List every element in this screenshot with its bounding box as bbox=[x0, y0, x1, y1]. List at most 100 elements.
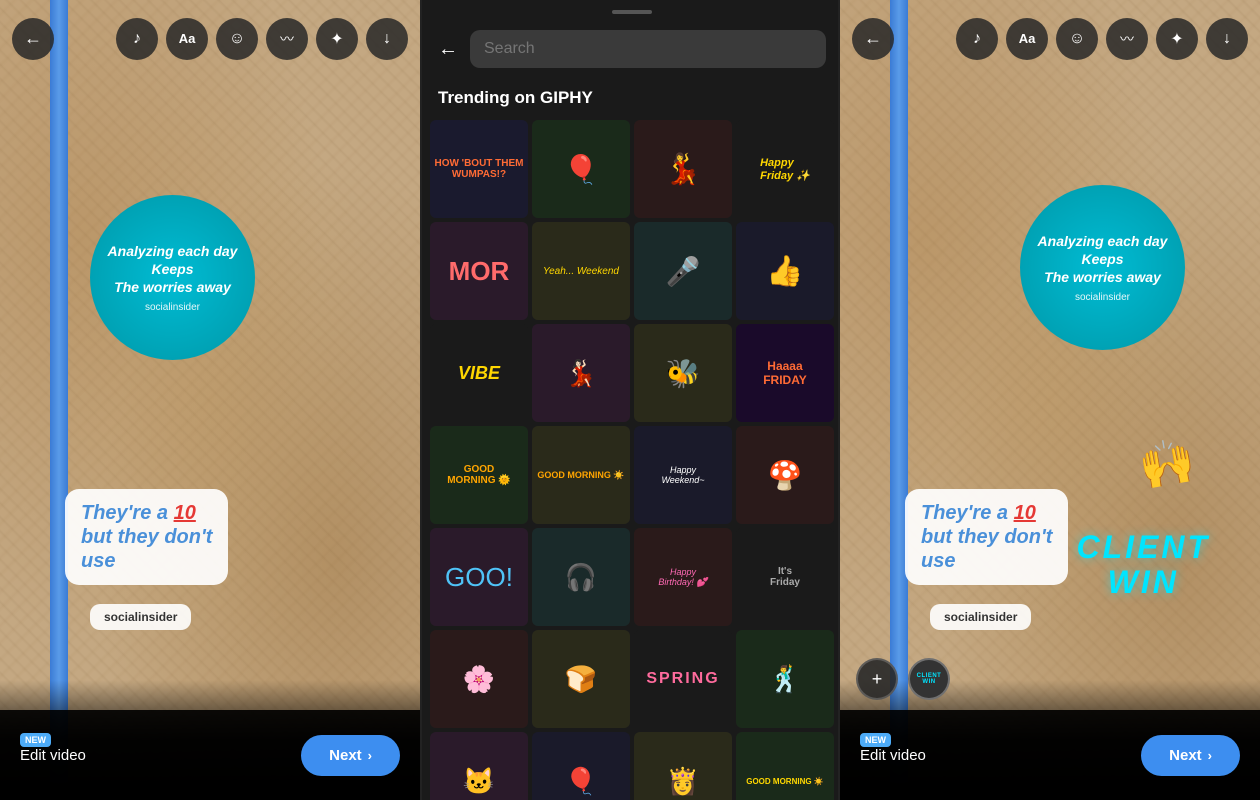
circle-sticker-text: Analyzing each dayKeepsThe worries away bbox=[108, 242, 238, 297]
text-icon: Aa bbox=[179, 31, 196, 46]
bottom-bar: NEW Edit video Next › bbox=[0, 710, 420, 800]
they10-sticker[interactable]: They're a 10 but they don't use bbox=[65, 489, 228, 585]
right-next-button[interactable]: Next › bbox=[1141, 735, 1240, 776]
right-they10-sticker[interactable]: They're a 10 but they don't use bbox=[905, 489, 1068, 585]
effects-button[interactable]: ✦ bbox=[316, 18, 358, 60]
right-top-toolbar: ← ♪ Aa ☺ 〰 ✦ ↓ bbox=[840, 0, 1260, 65]
sticker-mario[interactable]: 🍄 bbox=[736, 426, 834, 524]
giphy-row-5: GOO! 🎧 HappyBirthday! 💕 It'sFriday bbox=[430, 528, 834, 626]
sticker-dance[interactable]: 💃 bbox=[634, 120, 732, 218]
mini-preview-label: CLIENT WIN bbox=[910, 673, 948, 685]
giphy-back-button[interactable]: ← bbox=[438, 38, 458, 61]
giphy-row-6: 🌸 🍞 SPRING 🕺 bbox=[430, 630, 834, 728]
right-music-button[interactable]: ♪ bbox=[956, 18, 998, 60]
draw-button[interactable]: 〰 bbox=[266, 18, 308, 60]
brand-white-text: socialinsider bbox=[104, 610, 177, 624]
sticker-goodmorning[interactable]: GOOD MORNING ☀️ bbox=[532, 426, 630, 524]
back-icon: ← bbox=[24, 28, 42, 49]
new-badge: NEW bbox=[20, 733, 51, 747]
sticker-happyweekend[interactable]: HappyWeekend~ bbox=[634, 426, 732, 524]
left-panel: ← ♪ Aa ☺ 〰 ✦ ↓ Analyzing each dayKeepsTh… bbox=[0, 0, 420, 800]
giphy-row-1: HOW 'BOUT THEMWUMPAS!? 🎈 💃 HappyFriday ✨ bbox=[430, 120, 834, 218]
sticker-bee[interactable]: 🐝 bbox=[634, 324, 732, 422]
edit-video-label: Edit video bbox=[20, 747, 86, 764]
right-circle-sticker-text: Analyzing each dayKeepsThe worries away bbox=[1038, 232, 1168, 287]
plus-icon: + bbox=[872, 669, 883, 690]
right-edit-video-button[interactable]: NEW Edit video bbox=[860, 747, 926, 764]
next-button[interactable]: Next › bbox=[301, 735, 400, 776]
blue-circle-sticker[interactable]: Analyzing each dayKeepsThe worries away … bbox=[90, 195, 255, 360]
right-emoji-icon: ☺ bbox=[1069, 30, 1085, 48]
download-icon: ↓ bbox=[383, 30, 391, 48]
right-emoji-button[interactable]: ☺ bbox=[1056, 18, 1098, 60]
drag-handle bbox=[612, 10, 652, 14]
download-button[interactable]: ↓ bbox=[366, 18, 408, 60]
sticker-wumpas[interactable]: HOW 'BOUT THEMWUMPAS!? bbox=[430, 120, 528, 218]
giphy-row-4: GOODMORNING 🌞 GOOD MORNING ☀️ HappyWeeke… bbox=[430, 426, 834, 524]
sticker-friday[interactable]: HaaaaFRIDAY bbox=[736, 324, 834, 422]
right-effects-button[interactable]: ✦ bbox=[1156, 18, 1198, 60]
sticker-balloon[interactable]: 🎈 bbox=[532, 732, 630, 800]
emoji-icon: ☺ bbox=[229, 30, 245, 48]
sticker-vibe[interactable]: VIBE bbox=[430, 324, 528, 422]
right-download-button[interactable]: ↓ bbox=[1206, 18, 1248, 60]
back-button[interactable]: ← bbox=[12, 18, 54, 60]
sticker-anime[interactable]: MOR bbox=[430, 222, 528, 320]
right-music-icon: ♪ bbox=[973, 30, 981, 48]
sticker-thumbs[interactable]: 👍 bbox=[736, 222, 834, 320]
client-win-text: CLIENT WIN bbox=[1076, 530, 1210, 600]
right-back-button[interactable]: ← bbox=[852, 18, 894, 60]
right-brand-white-text: socialinsider bbox=[944, 610, 1017, 624]
sticker-snowwhite[interactable]: 👸 bbox=[634, 732, 732, 800]
next-label: Next bbox=[329, 747, 362, 764]
sticker-person[interactable]: 💃🏻 bbox=[532, 324, 630, 422]
draw-icon: 〰 bbox=[280, 29, 294, 49]
sticker-cat[interactable]: 🐱 bbox=[430, 732, 528, 800]
client-win-sticker[interactable]: CLIENT WIN bbox=[1076, 530, 1210, 600]
wave-sticker[interactable]: 🙌 bbox=[1135, 433, 1199, 495]
sticker-toast[interactable]: 🍞 bbox=[532, 630, 630, 728]
sticker-itsfriday[interactable]: It'sFriday bbox=[736, 528, 834, 626]
sticker-spring[interactable]: SPRING bbox=[634, 630, 732, 728]
edit-video-button[interactable]: NEW Edit video bbox=[20, 747, 86, 764]
sticker-bday2[interactable]: HappyBirthday! 💕 bbox=[634, 528, 732, 626]
music-button[interactable]: ♪ bbox=[116, 18, 158, 60]
giphy-panel: ← Trending on GIPHY HOW 'BOUT THEMWUMPAS… bbox=[420, 0, 840, 800]
top-toolbar: ← ♪ Aa ☺ 〰 ✦ ↓ bbox=[0, 0, 420, 65]
right-circle-sticker-brand: socialinsider bbox=[1075, 292, 1130, 303]
bottom-action-icons: + CLIENT WIN bbox=[856, 658, 950, 700]
giphy-row-2: MOR Yeah... Weekend 🎤 👍 bbox=[430, 222, 834, 320]
brand-white-sticker[interactable]: socialinsider bbox=[90, 604, 191, 630]
trending-title: Trending on GIPHY bbox=[422, 76, 840, 116]
emoji-button[interactable]: ☺ bbox=[216, 18, 258, 60]
sticker-goo[interactable]: GOO! bbox=[430, 528, 528, 626]
sticker-pink[interactable]: 🌸 bbox=[430, 630, 528, 728]
sticker-garfield[interactable]: GOODMORNING 🌞 bbox=[430, 426, 528, 524]
right-effects-icon: ✦ bbox=[1170, 29, 1183, 49]
sticker-girl[interactable]: 🎧 bbox=[532, 528, 630, 626]
sticker-comedian[interactable]: 🎤 bbox=[634, 222, 732, 320]
right-panel: ← ♪ Aa ☺ 〰 ✦ ↓ Analyzing each dayKeepsTh… bbox=[840, 0, 1260, 800]
right-draw-icon: 〰 bbox=[1120, 29, 1134, 49]
search-bar: ← bbox=[422, 22, 840, 76]
effects-icon: ✦ bbox=[330, 29, 343, 49]
music-icon: ♪ bbox=[133, 30, 141, 48]
right-draw-button[interactable]: 〰 bbox=[1106, 18, 1148, 60]
text-button[interactable]: Aa bbox=[166, 18, 208, 60]
right-text-button[interactable]: Aa bbox=[1006, 18, 1048, 60]
giphy-container: ← Trending on GIPHY HOW 'BOUT THEMWUMPAS… bbox=[422, 0, 840, 800]
search-input[interactable] bbox=[470, 30, 826, 68]
circle-sticker-brand: socialinsider bbox=[145, 302, 200, 313]
sticker-happy-friday[interactable]: HappyFriday ✨ bbox=[736, 120, 834, 218]
giphy-row-3: VIBE 💃🏻 🐝 HaaaaFRIDAY bbox=[430, 324, 834, 422]
sticker-guy[interactable]: 🕺 bbox=[736, 630, 834, 728]
right-back-icon: ← bbox=[864, 28, 882, 49]
mini-preview-sticker[interactable]: CLIENT WIN bbox=[908, 658, 950, 700]
sticker-birthday[interactable]: 🎈 bbox=[532, 120, 630, 218]
sticker-gmorning2[interactable]: GOOD MORNING ☀️ bbox=[736, 732, 834, 800]
right-blue-circle-sticker[interactable]: Analyzing each dayKeepsThe worries away … bbox=[1020, 185, 1185, 350]
right-new-badge: NEW bbox=[860, 733, 891, 747]
sticker-weekend[interactable]: Yeah... Weekend bbox=[532, 222, 630, 320]
add-button[interactable]: + bbox=[856, 658, 898, 700]
right-brand-white-sticker[interactable]: socialinsider bbox=[930, 604, 1031, 630]
